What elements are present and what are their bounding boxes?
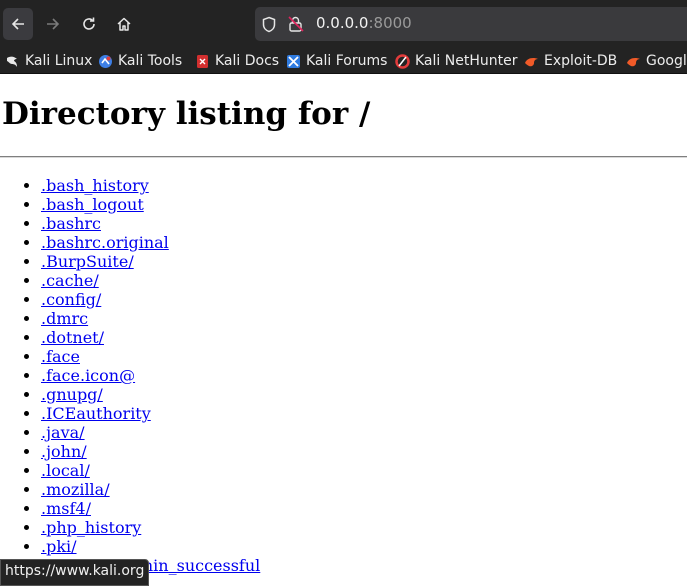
file-link[interactable]: .gnupg/: [41, 385, 103, 404]
file-link[interactable]: .mozilla/: [41, 480, 110, 499]
bookmark-label: Kali Linux: [25, 53, 93, 69]
file-link[interactable]: .bashrc.original: [41, 233, 169, 252]
file-link[interactable]: .bash_history: [41, 176, 149, 195]
kali-docs-icon: [197, 54, 208, 68]
bookmark-label: Googl: [646, 53, 687, 69]
shield-icon[interactable]: [261, 16, 277, 33]
exploit-db-icon: [525, 57, 538, 66]
list-item: .bash_history: [41, 176, 260, 195]
list-item: .php_history: [41, 518, 260, 537]
bookmark-label: Kali Forums: [306, 53, 388, 69]
list-item: .john/: [41, 442, 260, 461]
file-link[interactable]: .dotnet/: [41, 328, 104, 347]
url-bar[interactable]: 0.0.0.0:8000: [255, 7, 687, 41]
file-link[interactable]: .java/: [41, 423, 85, 442]
nethunter-icon: [395, 53, 410, 69]
list-item: .dotnet/: [41, 328, 260, 347]
list-item: .bash_logout: [41, 195, 260, 214]
list-item: .gnupg/: [41, 385, 260, 404]
list-item: .ICEauthority: [41, 404, 260, 423]
file-link[interactable]: .ICEauthority: [41, 404, 151, 423]
url-host: 0.0.0.0: [316, 14, 369, 32]
browser-toolbar: 0.0.0.0:8000: [0, 0, 687, 48]
page-content: Directory listing for / .bash_history.ba…: [0, 74, 687, 584]
ghdb-icon: [627, 57, 640, 66]
list-item: .mozilla/: [41, 480, 260, 499]
file-link[interactable]: .BurpSuite/: [41, 252, 134, 271]
file-link[interactable]: .john/: [41, 442, 87, 461]
home-icon: [117, 17, 131, 31]
page-title: Directory listing for /: [2, 96, 371, 132]
bookmark-label: Kali Tools: [118, 53, 183, 69]
reload-icon: [83, 17, 95, 30]
file-link[interactable]: .face.icon@: [41, 366, 135, 385]
file-link[interactable]: .php_history: [41, 518, 141, 537]
kali-tools-icon: [99, 54, 112, 68]
bookmark-google-hacking-db[interactable]: Googl: [626, 51, 687, 71]
file-link[interactable]: .bash_logout: [41, 195, 144, 214]
bookmark-kali-nethunter[interactable]: Kali NetHunter: [395, 51, 517, 71]
list-item: .face: [41, 347, 260, 366]
list-item: .config/: [41, 290, 260, 309]
list-item: .dmrc: [41, 309, 260, 328]
back-button[interactable]: [3, 8, 33, 40]
list-item: .pki/: [41, 537, 260, 556]
list-item: .java/: [41, 423, 260, 442]
file-link[interactable]: .pki/: [41, 537, 77, 556]
bookmarks-toolbar: Kali Linux Kali Tools Kali Docs Kali For…: [0, 48, 687, 74]
directory-listing: .bash_history.bash_logout.bashrc.bashrc.…: [0, 176, 260, 575]
bookmark-kali-tools[interactable]: Kali Tools: [98, 51, 182, 71]
list-item: .bashrc.original: [41, 233, 260, 252]
forward-button[interactable]: [38, 8, 68, 40]
arrow-right-icon: [47, 18, 60, 30]
home-button[interactable]: [109, 8, 139, 40]
list-item: .BurpSuite/: [41, 252, 260, 271]
file-link[interactable]: .msf4/: [41, 499, 91, 518]
bookmark-label: Exploit-DB: [544, 53, 618, 69]
file-link[interactable]: .bashrc: [41, 214, 101, 233]
file-link[interactable]: .face: [41, 347, 80, 366]
url-text[interactable]: 0.0.0.0:8000: [316, 14, 412, 32]
file-link[interactable]: .local/: [41, 461, 90, 480]
list-item: .local/: [41, 461, 260, 480]
arrow-left-icon: [11, 18, 24, 30]
bookmark-label: Kali Docs: [215, 53, 280, 69]
kali-forums-icon: [287, 54, 300, 68]
url-port: :8000: [368, 14, 412, 32]
bookmark-kali-linux[interactable]: Kali Linux: [5, 51, 92, 71]
bookmark-kali-forums[interactable]: Kali Forums: [286, 51, 387, 71]
list-item: .bashrc: [41, 214, 260, 233]
file-link[interactable]: .config/: [41, 290, 101, 309]
list-item: .cache/: [41, 271, 260, 290]
list-item: .face.icon@: [41, 366, 260, 385]
status-link-preview: https://www.kali.org: [0, 559, 150, 586]
file-link[interactable]: .dmrc: [41, 309, 88, 328]
kali-dragon-icon: [7, 56, 17, 67]
bookmark-exploit-db[interactable]: Exploit-DB: [524, 51, 617, 71]
file-link[interactable]: .cache/: [41, 271, 99, 290]
bookmark-label: Kali NetHunter: [415, 53, 518, 69]
bookmark-kali-docs[interactable]: Kali Docs: [195, 51, 279, 71]
divider: [0, 156, 687, 158]
insecure-lock-icon[interactable]: [287, 15, 305, 33]
list-item: .msf4/: [41, 499, 260, 518]
reload-button[interactable]: [74, 8, 104, 40]
